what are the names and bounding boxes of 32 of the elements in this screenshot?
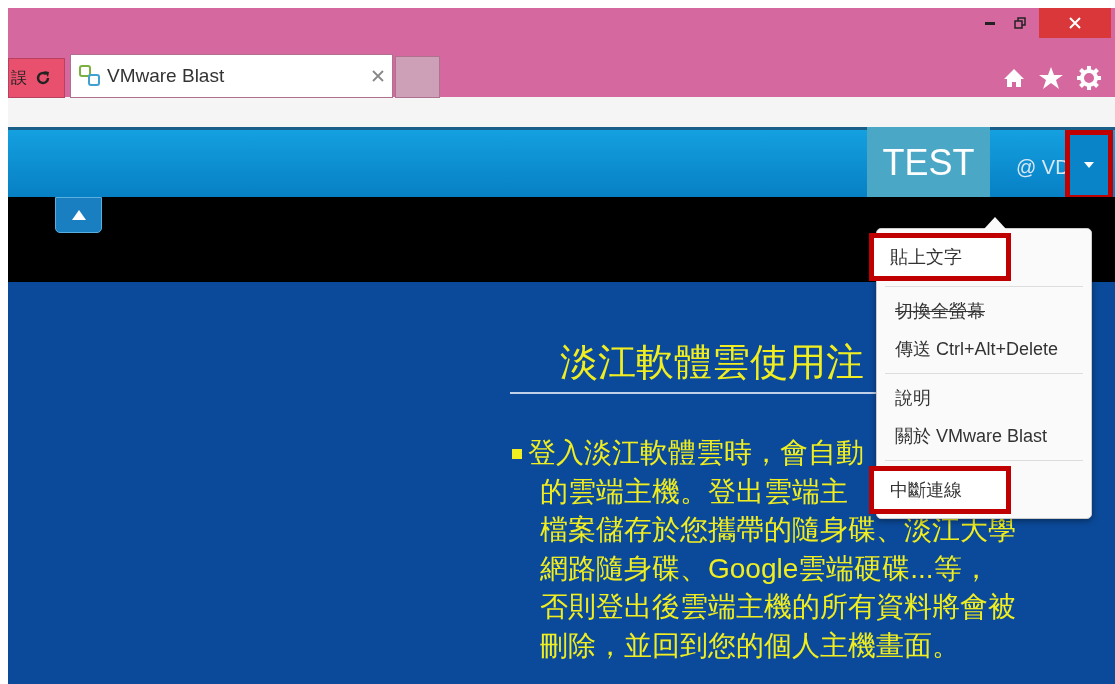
close-icon — [1069, 17, 1081, 29]
user-badge: TEST — [867, 127, 990, 199]
tab-title: VMware Blast — [107, 63, 226, 88]
address-text: 誤 — [11, 68, 27, 88]
slide-title: 淡江軟體雲使用注 — [560, 340, 864, 385]
bullet-text-line: 網路隨身碟、Google雲端硬碟...等， — [540, 551, 990, 586]
menu-item[interactable]: 說明 — [877, 379, 1091, 417]
browser-tab[interactable]: VMware Blast — [70, 54, 393, 98]
close-tab-icon[interactable] — [372, 70, 384, 82]
menu-item[interactable]: 傳送 Ctrl+Alt+Delete — [877, 330, 1091, 368]
close-button[interactable] — [1039, 8, 1111, 38]
home-icon[interactable] — [1003, 68, 1025, 88]
collapse-button[interactable] — [55, 197, 102, 233]
menu-item[interactable]: 中斷連線 — [869, 466, 1011, 514]
star-icon[interactable] — [1039, 67, 1063, 89]
squares-icon — [79, 65, 101, 87]
menu-item[interactable]: 關於 VMware Blast — [877, 417, 1091, 455]
address-segment[interactable]: 誤 — [8, 58, 65, 98]
bullet-text-line: 否則登出後雲端主機的所有資料將會被 — [540, 590, 1016, 624]
bullet-icon — [512, 449, 522, 459]
restore-icon — [1014, 17, 1026, 29]
bullet-text-line: 刪除，並回到您的個人主機畫面。 — [540, 628, 960, 663]
settings-icon[interactable] — [1077, 66, 1101, 90]
minimize-icon — [985, 21, 995, 25]
menu-item[interactable]: 貼上文字 — [869, 233, 1011, 281]
caret-icon — [1084, 162, 1094, 168]
dropdown-button[interactable] — [1065, 130, 1113, 200]
bullet-text-line: 的雲端主機。登出雲端主 — [540, 474, 848, 509]
bullet-text-line: 登入淡江軟體雲時，會自動 — [528, 436, 864, 470]
refresh-icon — [35, 70, 51, 86]
triangle-up-icon — [71, 210, 86, 220]
menu-item[interactable]: 切換全螢幕 — [877, 292, 1091, 330]
